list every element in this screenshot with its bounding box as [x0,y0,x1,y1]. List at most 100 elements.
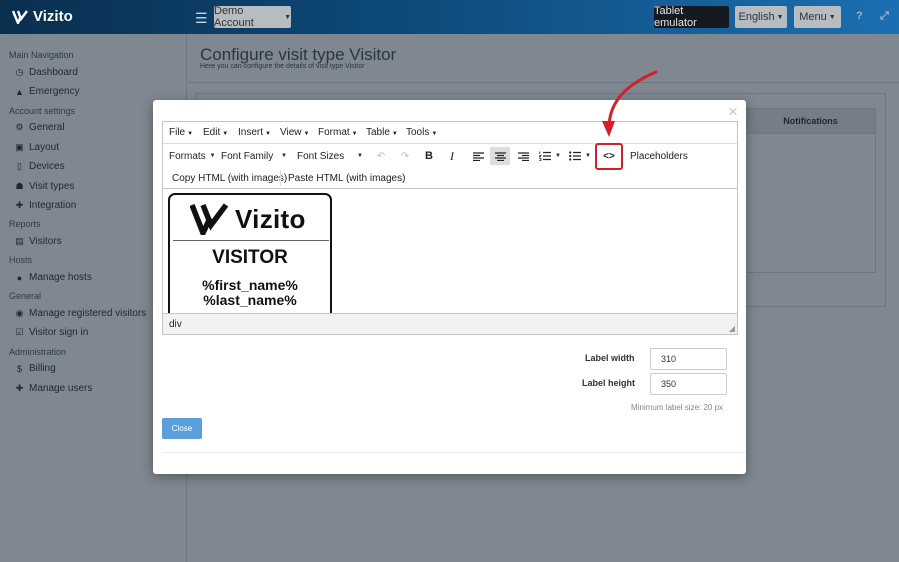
placeholders-button[interactable]: Placeholders [630,147,688,165]
tablet-emulator-label: Tablet emulator [654,5,697,29]
label-height-input[interactable] [650,373,727,395]
sidebar-item-visit-types[interactable]: ☗ Visit types [15,181,74,192]
sidebar-item-emergency[interactable]: ▲ Emergency [15,86,80,97]
editor-content-area[interactable]: Vizito VISITOR %first_name% %last_name% [163,188,737,313]
app-logo[interactable]: Vizito [12,8,73,25]
caret-down-icon: ▼ [555,153,561,159]
sidebar-item-dashboard[interactable]: ◷ Dashboard [15,67,78,78]
tablet-emulator-button[interactable]: Tablet emulator [654,5,729,29]
help-icon[interactable]: ? [856,10,863,22]
dashboard-icon: ◷ [15,67,24,77]
caret-down-icon: ▼ [776,13,784,21]
page-divider [188,82,899,83]
label-width-input[interactable] [650,348,727,370]
sidebar-item-billing[interactable]: $ Billing [15,363,56,374]
vizito-logo-icon [190,203,229,235]
label-heading: VISITOR [212,247,288,268]
bullet-list-icon[interactable] [565,147,585,165]
italic-icon[interactable]: I [442,147,462,165]
align-center-icon[interactable] [490,147,510,165]
source-code-button[interactable]: <> [595,143,623,170]
menu-file[interactable]: File ▼ [169,127,193,138]
sidebar-item-manage-hosts[interactable]: ● Manage hosts [15,272,92,283]
image-icon: ▣ [15,142,24,152]
caret-down-icon: ▼ [431,131,438,137]
user-plus-icon: ✚ [15,383,24,393]
sidebar-item-label: Manage users [29,383,93,394]
align-left-icon[interactable] [468,147,488,165]
menu-label: View [280,127,302,138]
sidebar-item-visitor-sign-in[interactable]: ☑ Visitor sign in [15,327,88,338]
source-code-icon: <> [603,151,615,162]
numbered-list-icon[interactable] [535,147,555,165]
bullet-list-options-icon[interactable]: ▼ [584,147,592,165]
caret-down-icon: ▼ [187,131,194,137]
page-title: Configure visit type Visitor [200,45,397,64]
language-label: English [738,11,775,23]
undo-icon[interactable]: ↶ [371,147,391,165]
editor-toolbar: Formats ▼ Font Family ▼ Font Sizes ▼ ↶ ↷ B … [163,144,737,168]
resize-handle-icon[interactable]: ◢ [729,324,735,333]
warning-icon: ▲ [15,86,24,97]
editor-statusbar: div ◢ [163,313,737,334]
sidebar-item-manage-registered-visitors[interactable]: ◉ Manage registered visitors [15,308,147,319]
copy-html-label: Copy HTML (with images) [172,172,288,184]
formats-label: Formats [169,150,206,162]
menu-view[interactable]: View ▼ [280,127,309,138]
account-dropdown-button[interactable]: Demo Account ▼ [214,5,291,29]
rich-text-editor: File ▼ Edit ▼ Insert ▼ View ▼ Format ▼ Table ▼… [162,121,738,335]
user-circle-icon: ◉ [15,308,24,318]
caret-down-icon: ▼ [828,13,836,21]
top-bar: Vizito ☰ Demo Account ▼ Tablet emulator E… [0,0,899,34]
sidebar-item-integration[interactable]: ✚ Integration [15,200,77,211]
font-sizes-dropdown[interactable]: Font Sizes ▼ [297,147,363,165]
visitor-label-preview[interactable]: Vizito VISITOR %first_name% %last_name% [168,193,332,313]
user-icon: ● [16,272,23,283]
sidebar-section-hosts: Hosts [9,255,33,265]
copy-html-button[interactable]: Copy HTML (with images) [172,170,287,186]
paste-html-button[interactable]: Paste HTML (with images) [288,170,405,186]
menu-label: Insert [238,127,264,138]
caret-down-icon: ▼ [357,153,363,159]
label-logo-text: Vizito [235,203,306,234]
page-subtitle: Here you can configure the details of vi… [200,63,365,70]
caret-down-icon: ▼ [284,13,291,21]
menu-label: Tools [406,127,430,138]
menu-edit[interactable]: Edit ▼ [203,127,228,138]
menu-label: File [169,127,186,138]
sidebar-item-manage-users[interactable]: ✚ Manage users [15,383,93,394]
sidebar-item-label: Manage hosts [29,272,92,283]
align-right-icon[interactable] [513,147,533,165]
element-path[interactable]: div [169,319,182,330]
users-icon: ☗ [15,181,24,191]
sidebar-item-label: Devices [29,161,65,172]
menu-tools[interactable]: Tools ▼ [406,127,437,138]
formats-dropdown[interactable]: Formats ▼ [169,147,216,165]
menu-format[interactable]: Format ▼ [318,127,358,138]
vizito-logo-icon [12,9,28,24]
expand-icon[interactable]: ⤢ [880,10,889,23]
language-dropdown-button[interactable]: English ▼ [735,6,787,28]
caret-down-icon: ▼ [222,131,229,137]
hamburger-menu-icon[interactable]: ☰ [195,10,208,27]
sidebar-item-visitors[interactable]: ▤ Visitors [15,236,61,247]
font-family-label: Font Family [221,150,274,162]
sidebar-item-general[interactable]: ⚙ General [15,122,64,133]
bold-icon[interactable]: B [419,147,439,165]
app-name: Vizito [33,8,73,25]
caret-down-icon: ▼ [585,153,591,159]
redo-icon[interactable]: ↷ [395,147,415,165]
main-menu-button[interactable]: Menu ▼ [794,6,841,28]
sidebar-item-label: Manage registered visitors [29,308,147,319]
menu-table[interactable]: Table ▼ [366,127,398,138]
paste-html-label: Paste HTML (with images) [288,172,406,184]
close-button[interactable]: Close [162,418,202,439]
numbered-list-options-icon[interactable]: ▼ [554,147,562,165]
font-family-dropdown[interactable]: Font Family ▼ [221,147,287,165]
menu-insert[interactable]: Insert ▼ [238,127,271,138]
sidebar-item-devices[interactable]: ▯ Devices [15,161,65,172]
sidebar-section-general: General [9,291,42,301]
label-divider [173,240,329,241]
sidebar-item-layout[interactable]: ▣ Layout [15,142,59,153]
modal-close-icon[interactable]: × [728,102,738,122]
